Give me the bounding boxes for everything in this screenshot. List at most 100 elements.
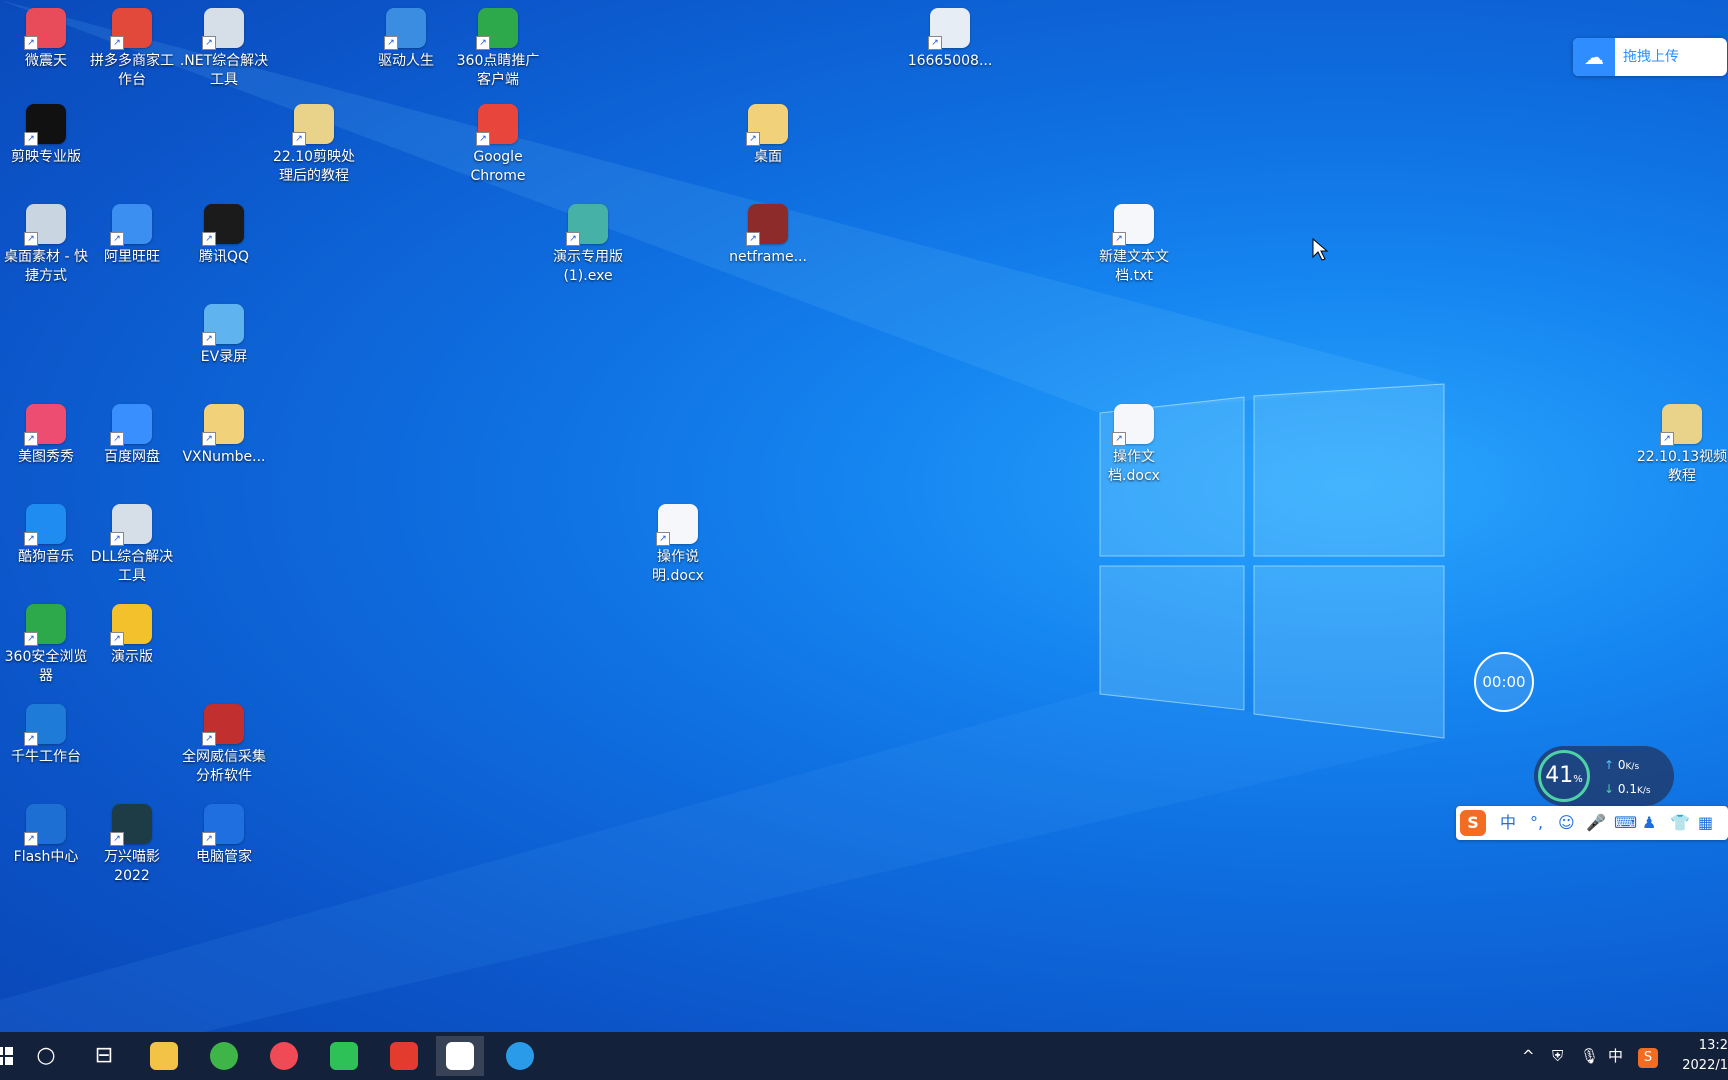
- desktop-icon[interactable]: ↗ EV录屏: [178, 304, 270, 367]
- security-shield-icon[interactable]: ⛨: [1552, 1032, 1563, 1080]
- desktop-icon[interactable]: ↗ 演示专用版(1).exe: [542, 204, 634, 286]
- desktop-icon[interactable]: ↗ 万兴喵影 2022: [86, 804, 178, 886]
- desktop-icon[interactable]: ↗ 拼多多商家工作台: [86, 8, 178, 90]
- desktop-icon[interactable]: ↗ Flash中心: [0, 804, 92, 867]
- app-icon: ↗: [928, 8, 970, 50]
- shortcut-arrow-icon: ↗: [24, 432, 38, 446]
- desktop-icon[interactable]: ↗ 阿里旺旺: [86, 204, 178, 267]
- keyboard-icon[interactable]: ⌨: [1614, 806, 1637, 840]
- sogou-tray-icon[interactable]: S: [1638, 1032, 1658, 1080]
- desktop-icon[interactable]: ↗ 驱动人生: [360, 8, 452, 71]
- app-icon: ↗: [476, 8, 518, 50]
- desktop-icon[interactable]: ↗ 剪映专业版: [0, 104, 92, 167]
- punct-icon[interactable]: °,: [1530, 806, 1543, 840]
- shortcut-arrow-icon: ↗: [24, 832, 38, 846]
- desktop-icon-label: 360点睛推广客户端: [456, 53, 540, 88]
- app-icon: ↗: [110, 404, 152, 446]
- 360-browser-icon[interactable]: [200, 1036, 248, 1076]
- desktop-icon-label: 微震天: [25, 53, 67, 69]
- shortcut-arrow-icon: ↗: [110, 532, 124, 546]
- desktop-icon[interactable]: ↗ 操作说明.docx: [632, 504, 724, 586]
- desktop-icon-label: 全网威信采集分析软件: [182, 749, 266, 784]
- wps-office-icon[interactable]: [380, 1036, 428, 1076]
- desktop-icon-label: Google Chrome: [470, 149, 526, 184]
- edge-icon[interactable]: [496, 1036, 544, 1076]
- desktop-icon[interactable]: ↗ DLL综合解决工具: [86, 504, 178, 586]
- file-explorer-icon[interactable]: [140, 1036, 188, 1076]
- app-icon: ↗: [24, 504, 66, 546]
- system-clock[interactable]: 13:2 2022/1: [1672, 1036, 1728, 1076]
- network-monitor-widget[interactable]: 41% ↑ 0K/s ↓ 0.1K/s: [1534, 746, 1674, 806]
- ime-mode-tray[interactable]: 中: [1608, 1032, 1623, 1080]
- desktop-icon[interactable]: ↗ 腾讯QQ: [178, 204, 270, 267]
- desktop-icon[interactable]: ↗ 桌面素材 - 快捷方式: [0, 204, 92, 286]
- desktop-icon[interactable]: ↗ 360安全浏览器: [0, 604, 92, 686]
- app-icon: ↗: [110, 604, 152, 646]
- desktop-icon[interactable]: ↗ netframe...: [722, 204, 814, 267]
- ime-toolbar: S 中 °, ☺ 🎤 ⌨ ♟ 👕 ▦: [1456, 806, 1728, 840]
- download-speed: ↓ 0.1K/s: [1604, 782, 1651, 796]
- app-icon: ↗: [1660, 404, 1702, 446]
- desktop-icon[interactable]: ↗ Google Chrome: [452, 104, 544, 186]
- shortcut-arrow-icon: ↗: [476, 36, 490, 50]
- shortcut-arrow-icon: ↗: [202, 432, 216, 446]
- desktop-icon-label: 桌面素材 - 快捷方式: [4, 249, 88, 284]
- desktop-icon[interactable]: ↗ 酷狗音乐: [0, 504, 92, 567]
- app-icon: ↗: [24, 804, 66, 846]
- desktop-icon-label: 美图秀秀: [18, 449, 74, 465]
- shortcut-arrow-icon: ↗: [24, 232, 38, 246]
- shortcut-arrow-icon: ↗: [656, 532, 670, 546]
- app-icon: ↗: [202, 404, 244, 446]
- desktop-icon[interactable]: ↗ 16665008...: [904, 8, 996, 71]
- baidu-netdisk-taskbar-icon[interactable]: [436, 1036, 484, 1076]
- cortana-search-icon[interactable]: ○: [22, 1036, 70, 1076]
- emoji-icon[interactable]: ☺: [1558, 806, 1575, 840]
- shortcut-arrow-icon: ↗: [1660, 432, 1674, 446]
- task-view-icon[interactable]: ⊟: [80, 1036, 128, 1076]
- desktop-icon[interactable]: ↗ 全网威信采集分析软件: [178, 704, 270, 786]
- app-icon: ↗: [566, 204, 608, 246]
- desktop-icon-label: netframe...: [729, 249, 807, 265]
- desktop-icon-label: 桌面: [754, 149, 782, 165]
- recording-timer[interactable]: 00:00: [1474, 652, 1534, 712]
- shortcut-arrow-icon: ↗: [746, 232, 760, 246]
- desktop-icon-label: 腾讯QQ: [198, 249, 250, 265]
- desktop-icon[interactable]: ↗ 桌面: [722, 104, 814, 167]
- desktop-icon[interactable]: ↗ 360点睛推广客户端: [452, 8, 544, 90]
- skin-icon[interactable]: 👕: [1670, 806, 1690, 840]
- app-icon: ↗: [384, 8, 426, 50]
- baidu-upload-widget[interactable]: ☁ 拖拽上传: [1573, 38, 1727, 76]
- tray-expand-icon[interactable]: ^: [1522, 1032, 1535, 1080]
- app-icon: ↗: [1112, 204, 1154, 246]
- desktop-icon[interactable]: ↗ 百度网盘: [86, 404, 178, 467]
- desktop-icon[interactable]: ↗ 新建文本文档.txt: [1088, 204, 1180, 286]
- desktop-icon[interactable]: ↗ 微震天: [0, 8, 92, 71]
- desktop-icon[interactable]: ↗ VXNumbe...: [178, 404, 270, 467]
- desktop-icon-label: 阿里旺旺: [104, 249, 160, 265]
- shortcut-arrow-icon: ↗: [24, 132, 38, 146]
- ime-mode-toggle[interactable]: 中: [1500, 806, 1516, 840]
- app-icon: ↗: [202, 804, 244, 846]
- grid-icon[interactable]: ▦: [1698, 806, 1713, 840]
- desktop-icon[interactable]: ↗ 千牛工作台: [0, 704, 92, 767]
- mic-icon[interactable]: 🎤: [1586, 806, 1606, 840]
- wechat-icon[interactable]: [320, 1036, 368, 1076]
- desktop-icon[interactable]: ↗ 22.10.13视频教程: [1636, 404, 1728, 486]
- desktop-icon[interactable]: ↗ .NET综合解决工具: [178, 8, 270, 90]
- shortcut-arrow-icon: ↗: [202, 36, 216, 50]
- desktop-icon[interactable]: ↗ 美图秀秀: [0, 404, 92, 467]
- desktop-icon[interactable]: ↗ 演示版: [86, 604, 178, 667]
- desktop-icon-label: 新建文本文档.txt: [1099, 249, 1169, 284]
- desktop-icon[interactable]: ↗ 电脑管家: [178, 804, 270, 867]
- red-app-icon[interactable]: [260, 1036, 308, 1076]
- shortcut-arrow-icon: ↗: [202, 232, 216, 246]
- user-icon[interactable]: ♟: [1642, 806, 1656, 840]
- mic-tray-icon[interactable]: 🎙: [1580, 1032, 1599, 1080]
- shortcut-arrow-icon: ↗: [384, 36, 398, 50]
- desktop-icon[interactable]: ↗ 操作文档.docx: [1088, 404, 1180, 486]
- desktop-icon-label: EV录屏: [200, 349, 248, 365]
- desktop-icon[interactable]: ↗ 22.10剪映处理后的教程: [268, 104, 360, 186]
- sogou-logo-icon[interactable]: S: [1460, 810, 1486, 836]
- shortcut-arrow-icon: ↗: [202, 832, 216, 846]
- desktop-icon-label: 电脑管家: [196, 849, 252, 865]
